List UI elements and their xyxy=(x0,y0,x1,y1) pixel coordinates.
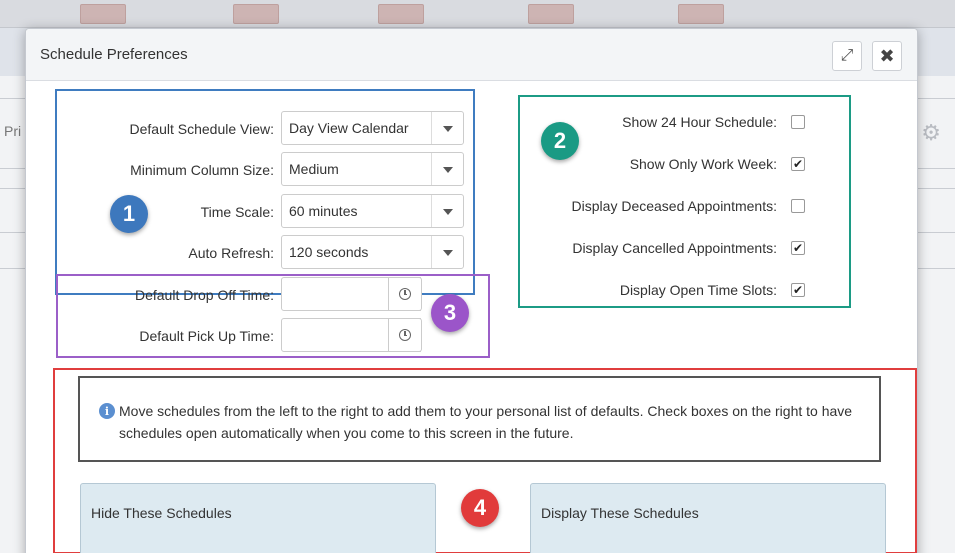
chevron-down-icon xyxy=(431,112,463,144)
mail-icon[interactable] xyxy=(528,4,574,24)
annotation-badge-3: 3 xyxy=(431,294,469,332)
info-message-box: i Move schedules from the left to the ri… xyxy=(78,376,881,462)
annotation-badge-2: 2 xyxy=(541,122,579,160)
gear-icon[interactable]: ⚙ xyxy=(921,120,941,146)
show-only-work-week-label: Show Only Work Week: xyxy=(629,156,777,172)
select-value: 120 seconds xyxy=(289,244,369,260)
display-open-time-slots-label: Display Open Time Slots: xyxy=(619,282,777,298)
show-24-hour-schedule-label: Show 24 Hour Schedule: xyxy=(622,114,777,130)
display-cancelled-appointments-checkbox[interactable]: ✔ xyxy=(791,241,805,255)
divider xyxy=(915,232,955,233)
display-cancelled-appointments-label: Display Cancelled Appointments: xyxy=(572,240,777,256)
default-pick-up-time-label: Default Pick Up Time: xyxy=(139,328,274,344)
hide-schedules-title: Hide These Schedules xyxy=(91,505,232,521)
divider xyxy=(915,98,955,99)
pick-up-time-picker-button[interactable] xyxy=(388,318,422,352)
auto-refresh-select[interactable]: 120 seconds xyxy=(281,235,464,269)
calendar-icon[interactable] xyxy=(80,4,126,24)
expand-icon: ⤢ xyxy=(840,47,854,64)
display-schedules-panel[interactable]: Display These Schedules xyxy=(530,483,886,553)
minimum-column-size-select[interactable]: Medium xyxy=(281,152,464,186)
display-open-time-slots-checkbox[interactable]: ✔ xyxy=(791,283,805,297)
chevron-down-icon xyxy=(431,153,463,185)
time-scale-label: Time Scale: xyxy=(200,204,274,220)
clock-icon xyxy=(399,329,411,341)
default-drop-off-time-label: Default Drop Off Time: xyxy=(134,287,274,303)
display-deceased-appointments-label: Display Deceased Appointments: xyxy=(571,198,777,214)
select-value: Medium xyxy=(289,161,339,177)
time-scale-select[interactable]: 60 minutes xyxy=(281,194,464,228)
chevron-down-icon xyxy=(431,236,463,268)
auto-refresh-label: Auto Refresh: xyxy=(188,245,274,261)
org-chart-icon[interactable] xyxy=(678,4,724,24)
expand-button[interactable]: ⤢ xyxy=(832,41,862,71)
show-only-work-week-checkbox[interactable]: ✔ xyxy=(791,157,805,171)
drop-off-time-picker-button[interactable] xyxy=(388,277,422,311)
info-message: Move schedules from the left to the righ… xyxy=(119,403,853,441)
dialog-header: Schedule Preferences ⤢ ✖ xyxy=(26,29,917,81)
show-24-hour-schedule-checkbox[interactable] xyxy=(791,115,805,129)
close-button[interactable]: ✖ xyxy=(872,41,902,71)
folder-icon[interactable] xyxy=(233,4,279,24)
app-toolbar xyxy=(0,0,955,28)
hide-schedules-panel[interactable]: Hide These Schedules xyxy=(80,483,436,553)
divider xyxy=(915,268,955,269)
display-deceased-appointments-checkbox[interactable] xyxy=(791,199,805,213)
divider xyxy=(915,168,955,169)
schedule-preferences-dialog: Schedule Preferences ⤢ ✖ Default Schedul… xyxy=(25,28,918,553)
background-label: Pri xyxy=(4,123,22,139)
select-value: 60 minutes xyxy=(289,203,358,219)
app-right-panel xyxy=(915,76,955,553)
dialog-title: Schedule Preferences xyxy=(40,46,188,63)
select-value: Day View Calendar xyxy=(289,120,409,136)
annotation-badge-4: 4 xyxy=(461,489,499,527)
annotation-badge-1: 1 xyxy=(110,195,148,233)
info-icon: i xyxy=(99,403,115,419)
display-schedules-title: Display These Schedules xyxy=(541,505,699,521)
default-schedule-view-select[interactable]: Day View Calendar xyxy=(281,111,464,145)
billing-icon[interactable] xyxy=(378,4,424,24)
chevron-down-icon xyxy=(431,195,463,227)
minimum-column-size-label: Minimum Column Size: xyxy=(130,162,274,178)
close-icon: ✖ xyxy=(879,45,895,66)
clock-icon xyxy=(399,288,411,300)
default-schedule-view-label: Default Schedule View: xyxy=(129,121,275,137)
divider xyxy=(915,188,955,189)
